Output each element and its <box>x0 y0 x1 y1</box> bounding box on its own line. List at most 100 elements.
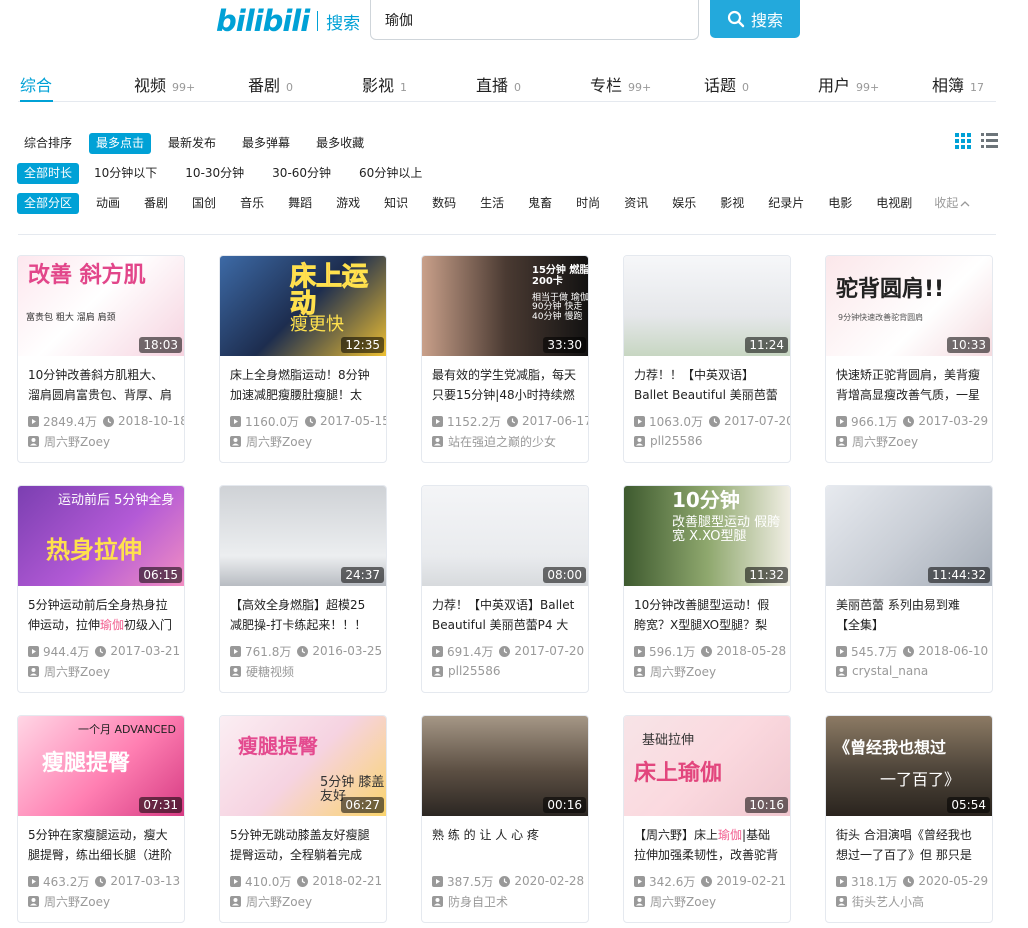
video-card[interactable]: 11:24 力荐！！【中英双语】Ballet Beautiful 美丽芭蕾 1063… <box>623 255 791 463</box>
uploader[interactable]: 周六野Zoey <box>18 660 184 682</box>
uploader[interactable]: pll25586 <box>624 430 790 452</box>
zone-option[interactable]: 数码 <box>425 193 463 214</box>
zone-option[interactable]: 游戏 <box>329 193 367 214</box>
uploader[interactable]: 周六野Zoey <box>220 890 386 912</box>
video-thumbnail[interactable]: 24:37 <box>220 486 386 586</box>
uploader[interactable]: crystal_nana <box>826 660 992 682</box>
zone-option-selected[interactable]: 全部分区 <box>17 193 80 214</box>
video-title[interactable]: 熟 练 的 让 人 心 疼 <box>422 816 588 865</box>
tab-all[interactable]: 综合 <box>20 72 52 102</box>
video-title[interactable]: 5分钟在家瘦腿运动，瘦大腿提臀，练出细长腿（进阶 <box>18 816 184 865</box>
list-view-icon[interactable] <box>981 133 998 149</box>
video-title[interactable]: 力荐！【中英双语】Ballet Beautiful 美丽芭蕾P4 大腿 <box>422 586 588 635</box>
video-thumbnail[interactable]: 10分钟 改善腿型运动 假胯宽 X.XO型腿 11:32 <box>624 486 790 586</box>
zone-option[interactable]: 纪录片 <box>761 193 811 214</box>
tab-article[interactable]: 专栏 99+ <box>590 72 651 102</box>
zone-option[interactable]: 生活 <box>473 193 511 214</box>
zone-option[interactable]: 音乐 <box>233 193 271 214</box>
uploader[interactable]: 周六野Zoey <box>220 430 386 452</box>
zone-option[interactable]: 舞蹈 <box>281 193 319 214</box>
video-thumbnail[interactable]: 《曾经我也想过 一了百了》 05:54 <box>826 716 992 816</box>
tab-live[interactable]: 直播 0 <box>476 72 521 102</box>
video-card[interactable]: 08:00 力荐！【中英双语】Ballet Beautiful 美丽芭蕾P4 大腿… <box>421 485 589 693</box>
video-card[interactable]: 10分钟 改善腿型运动 假胯宽 X.XO型腿 11:32 10分钟改善腿型运动！假胯宽… <box>623 485 791 693</box>
video-card[interactable]: 床上瑜伽 基础拉伸 10:16 【周六野】床上瑜伽|基础拉伸加强柔韧性，改善驼背 342… <box>623 715 791 923</box>
uploader[interactable]: 周六野Zoey <box>624 890 790 912</box>
bilibili-logo[interactable]: bilibili 搜索 <box>216 4 360 38</box>
video-title[interactable]: 街头 合泪演唱《曾经我也想过一了百了》但 那只是曾 <box>826 816 992 865</box>
tab-video[interactable]: 视频 99+ <box>134 72 195 102</box>
order-option[interactable]: 最多弹幕 <box>235 133 297 154</box>
uploader[interactable]: 硬糖视频 <box>220 660 386 682</box>
video-thumbnail[interactable]: 瘦腿提臀 5分钟 膝盖友好 06:27 <box>220 716 386 816</box>
order-option-selected[interactable]: 最多点击 <box>89 133 152 154</box>
tab-movie[interactable]: 影视 1 <box>362 72 407 102</box>
video-card[interactable]: 瘦腿提臀 5分钟 膝盖友好 06:27 5分钟无跳动膝盖友好瘦腿提臀运动，全程躺着完成… <box>219 715 387 923</box>
video-thumbnail[interactable]: 15分钟 燃脂200卡 相当于做 瑜伽90分钟 快走40分钟 慢跑 33:30 <box>422 256 588 356</box>
tab-album[interactable]: 相簿 17 <box>932 72 984 102</box>
video-thumbnail[interactable]: 改善 斜方肌 富贵包 粗大 溜肩 肩颈 18:03 <box>18 256 184 356</box>
video-title[interactable]: 床上全身燃脂运动！8分钟加速减肥瘦腰肚瘦腿！太 <box>220 356 386 405</box>
video-title[interactable]: 【高效全身燃脂】超模25减肥操-打卡练起来！！！ <box>220 586 386 635</box>
order-option[interactable]: 最多收藏 <box>309 133 371 154</box>
zone-option[interactable]: 时尚 <box>569 193 607 214</box>
zone-option[interactable]: 娱乐 <box>665 193 703 214</box>
video-thumbnail[interactable]: 热身拉伸 运动前后 5分钟全身 06:15 <box>18 486 184 586</box>
video-thumbnail[interactable]: 11:24 <box>624 256 790 356</box>
order-option[interactable]: 综合排序 <box>17 133 79 154</box>
duration-option[interactable]: 60分钟以上 <box>352 163 429 184</box>
video-title[interactable]: 美丽芭蕾 系列由易到难【全集】 <box>826 586 992 635</box>
uploader[interactable]: 周六野Zoey <box>624 660 790 682</box>
zone-option[interactable]: 资讯 <box>617 193 655 214</box>
video-thumbnail[interactable]: 瘦腿提臀 一个月 ADVANCED 07:31 <box>18 716 184 816</box>
video-thumbnail[interactable]: 08:00 <box>422 486 588 586</box>
tab-topic[interactable]: 话题 0 <box>704 72 749 102</box>
video-card[interactable]: 15分钟 燃脂200卡 相当于做 瑜伽90分钟 快走40分钟 慢跑 33:30 最有效… <box>421 255 589 463</box>
video-thumbnail[interactable]: 床上运动 瘦更快 12:35 <box>220 256 386 356</box>
collapse-button[interactable]: 收起 <box>927 193 960 214</box>
tab-user[interactable]: 用户 99+ <box>818 72 879 102</box>
uploader[interactable]: pll25586 <box>422 660 588 682</box>
video-card[interactable]: 驼背圆肩!! 9分钟快速改善驼背圆肩 10:33 快速矫正驼背圆肩，美背瘦背增高显瘦改… <box>825 255 993 463</box>
duration-option-selected[interactable]: 全部时长 <box>17 163 80 184</box>
tab-bangumi[interactable]: 番剧 0 <box>248 72 293 102</box>
video-title[interactable]: 5分钟运动前后全身热身拉伸运动，拉伸瑜伽初级入门 <box>18 586 184 635</box>
video-card[interactable]: 瘦腿提臀 一个月 ADVANCED 07:31 5分钟在家瘦腿运动，瘦大腿提臀，练出细… <box>17 715 185 923</box>
video-title[interactable]: 快速矫正驼背圆肩，美背瘦背增高显瘦改善气质，一星 <box>826 356 992 405</box>
zone-option[interactable]: 番剧 <box>137 193 175 214</box>
order-option[interactable]: 最新发布 <box>161 133 223 154</box>
uploader[interactable]: 防身自卫术 <box>422 890 588 912</box>
video-card[interactable]: 《曾经我也想过 一了百了》 05:54 街头 合泪演唱《曾经我也想过一了百了》但 那只… <box>825 715 993 923</box>
uploader[interactable]: 周六野Zoey <box>826 430 992 452</box>
zone-option[interactable]: 国创 <box>185 193 223 214</box>
search-button[interactable]: 搜索 <box>710 0 800 38</box>
video-title[interactable]: 5分钟无跳动膝盖友好瘦腿提臀运动，全程躺着完成 <box>220 816 386 865</box>
duration-option[interactable]: 10-30分钟 <box>178 163 251 184</box>
uploader[interactable]: 站在强迫之巅的少女 <box>422 430 588 452</box>
uploader[interactable]: 周六野Zoey <box>18 430 184 452</box>
video-card[interactable]: 改善 斜方肌 富贵包 粗大 溜肩 肩颈 18:03 10分钟改善斜方肌粗大、溜肩圆肩富… <box>17 255 185 463</box>
grid-view-icon[interactable] <box>955 133 971 149</box>
video-card[interactable]: 24:37 【高效全身燃脂】超模25减肥操-打卡练起来！！！ 761.8万 2016-… <box>219 485 387 693</box>
video-title[interactable]: 【周六野】床上瑜伽|基础拉伸加强柔韧性，改善驼背 <box>624 816 790 865</box>
zone-option[interactable]: 动画 <box>89 193 127 214</box>
video-title[interactable]: 力荐！！【中英双语】Ballet Beautiful 美丽芭蕾 <box>624 356 790 405</box>
duration-option[interactable]: 10分钟以下 <box>87 163 164 184</box>
zone-option[interactable]: 知识 <box>377 193 415 214</box>
uploader[interactable]: 周六野Zoey <box>18 890 184 912</box>
video-title[interactable]: 10分钟改善斜方肌粗大、溜肩圆肩富贵包、背厚、肩颈 <box>18 356 184 405</box>
search-input[interactable] <box>371 0 698 39</box>
video-thumbnail[interactable]: 驼背圆肩!! 9分钟快速改善驼背圆肩 10:33 <box>826 256 992 356</box>
uploader[interactable]: 街头艺人小高 <box>826 890 992 912</box>
zone-option[interactable]: 鬼畜 <box>521 193 559 214</box>
video-thumbnail[interactable]: 11:44:32 <box>826 486 992 586</box>
video-thumbnail[interactable]: 00:16 <box>422 716 588 816</box>
duration-option[interactable]: 30-60分钟 <box>265 163 338 184</box>
video-card[interactable]: 热身拉伸 运动前后 5分钟全身 06:15 5分钟运动前后全身热身拉伸运动，拉伸瑜伽初… <box>17 485 185 693</box>
video-card[interactable]: 床上运动 瘦更快 12:35 床上全身燃脂运动！8分钟加速减肥瘦腰肚瘦腿！太 1160.… <box>219 255 387 463</box>
video-card[interactable]: 00:16 熟 练 的 让 人 心 疼 387.5万 2020-02-28 防身自卫术 <box>421 715 589 923</box>
video-card[interactable]: 11:44:32 美丽芭蕾 系列由易到难【全集】 545.7万 2018-06-10 c… <box>825 485 993 693</box>
video-title[interactable]: 10分钟改善腿型运动！假胯宽？X型腿XO型腿？梨形？ <box>624 586 790 635</box>
video-title[interactable]: 最有效的学生党减脂，每天只要15分钟|48小时持续燃 <box>422 356 588 405</box>
zone-option[interactable]: 影视 <box>713 193 751 214</box>
